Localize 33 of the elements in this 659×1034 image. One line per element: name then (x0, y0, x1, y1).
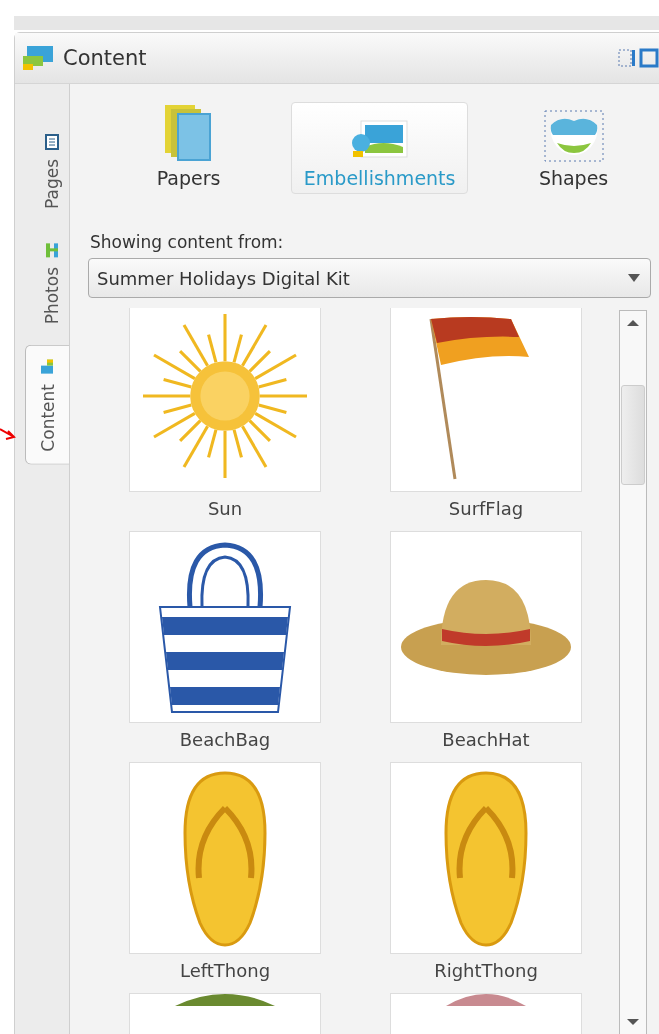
item-label: BeachHat (442, 728, 530, 752)
annotation-arrow (0, 428, 16, 440)
dropdown-arrow-icon (628, 273, 640, 283)
scroll-down-icon[interactable] (627, 1018, 639, 1026)
panel-title: Content (63, 46, 148, 70)
thumbnail-tile[interactable] (390, 531, 582, 723)
book-icon (44, 133, 60, 151)
thumbnail-tile[interactable] (129, 762, 321, 954)
thumbnail-tile[interactable] (390, 308, 582, 492)
side-tab[interactable]: Pages (35, 122, 69, 220)
item-label: SurfFlag (448, 497, 524, 521)
category-button[interactable]: Shapes (525, 102, 622, 194)
float-panel-icon[interactable] (618, 49, 636, 67)
thumbnail-tile[interactable] (129, 308, 321, 492)
scrollbar[interactable] (619, 310, 647, 1034)
category-button[interactable]: Papers (143, 102, 234, 194)
photo-icon (44, 241, 60, 259)
source-label: Showing content from: (90, 232, 285, 252)
panel-icon (21, 44, 55, 72)
item-label: BeachBag (179, 728, 271, 752)
source-dropdown[interactable]: Summer Holidays Digital Kit (88, 258, 651, 298)
item-label: LeftThong (179, 959, 271, 983)
side-tab[interactable]: Photos (35, 230, 69, 336)
shapes-icon (542, 109, 605, 163)
scroll-thumb[interactable] (621, 385, 645, 485)
dock-panel-icon[interactable] (639, 48, 659, 68)
item-label: Sun (207, 497, 243, 521)
scroll-up-icon[interactable] (627, 319, 639, 327)
embellishment-icon (39, 358, 56, 377)
thumbnail-tile[interactable] (390, 762, 582, 954)
item-label: RightThong (434, 959, 538, 983)
thumbnail-tile[interactable] (129, 531, 321, 723)
side-tab[interactable]: Content (25, 345, 69, 465)
